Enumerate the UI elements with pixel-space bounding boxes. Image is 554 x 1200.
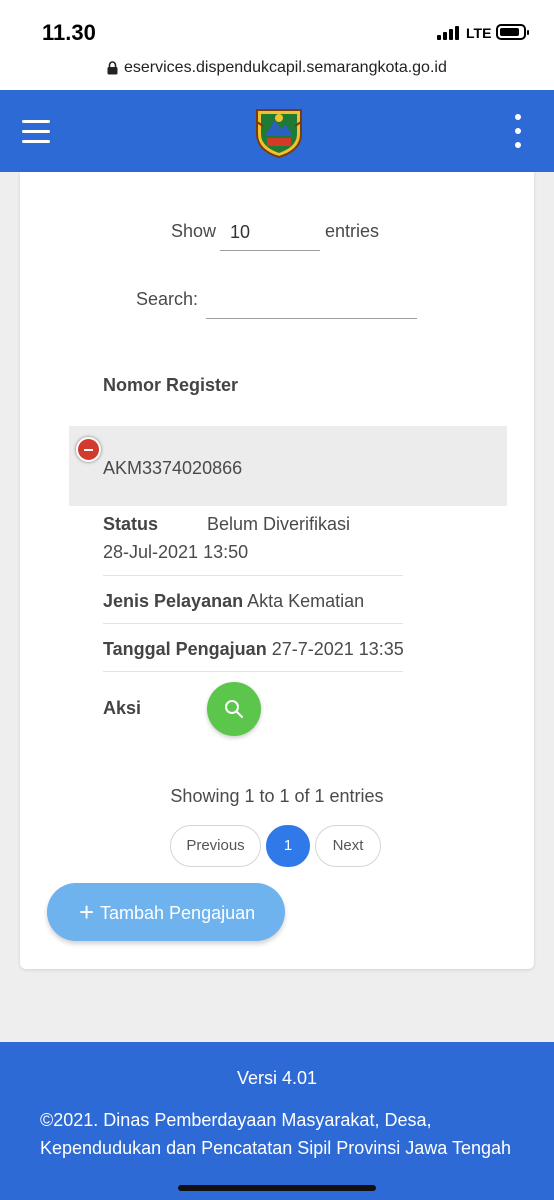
minus-icon[interactable] [76,437,101,462]
main-card: Show entries Search: Nomor Register AKM3… [20,172,534,969]
logo [256,109,302,158]
signal-icon [437,26,459,40]
tanggal-pengajuan-label: Tanggal Pengajuan [103,639,267,659]
show-label: Show [171,221,217,241]
tanggal-pengajuan-row: Tanggal Pengajuan 27-7-2021 13:35 [103,639,404,660]
page-1-button[interactable]: 1 [266,825,310,867]
url-text[interactable]: eservices.dispendukcapil.semarangkota.go… [124,59,447,77]
copyright-text: ©2021. Dinas Pemberdayaan Masyarakat, De… [40,1106,511,1162]
next-button[interactable]: Next [315,825,381,867]
search-icon [225,700,243,718]
kebab-icon[interactable] [510,114,526,148]
view-detail-button[interactable] [207,682,261,736]
add-pengajuan-button[interactable]: + Tambah Pengajuan [47,883,285,941]
jenis-pelayanan-label: Jenis Pelayanan [103,591,244,611]
status-bar: 11.30 LTE [0,0,554,56]
home-indicator[interactable] [178,1185,376,1191]
address-bar[interactable]: eservices.dispendukcapil.semarangkota.go… [0,56,554,90]
column-header-nomor-register: Nomor Register [103,375,239,395]
hamburger-icon[interactable] [22,118,50,144]
search-input[interactable] [206,285,417,319]
divider [103,575,403,576]
footer: Versi 4.01 ©2021. Dinas Pemberdayaan Mas… [0,1042,554,1200]
nomor-register-value: AKM3374020866 [103,458,243,478]
plus-icon: + [79,897,95,927]
divider [103,671,403,672]
aksi-label: Aksi [103,698,142,718]
status-date: 28-Jul-2021 13:50 [103,542,249,562]
pagination-info: Showing 1 to 1 of 1 entries [170,786,384,806]
tanggal-pengajuan-value: 27-7-2021 13:35 [271,639,404,659]
status-time: 11.30 [42,20,96,45]
entries-select[interactable] [220,215,320,251]
copyright-line-1: ©2021. Dinas Pemberdayaan Masyarakat, De… [40,1110,432,1130]
version-label: Versi 4.01 [236,1068,318,1088]
divider [103,623,403,624]
app-header [0,90,554,172]
jenis-pelayanan-row: Jenis Pelayanan Akta Kematian [103,591,364,612]
status-label: Status [103,514,159,534]
add-pengajuan-label: Tambah Pengajuan [100,903,256,923]
entries-label: entries [325,221,380,241]
previous-button[interactable]: Previous [170,825,261,867]
status-badge: Belum Diverifikasi [207,514,351,534]
jenis-pelayanan-value: Akta Kematian [247,591,365,611]
lock-icon [107,61,118,75]
search-label: Search: [136,289,199,309]
network-label: LTE [466,25,492,41]
copyright-line-2: Kependudukan dan Pencatatan Sipil Provin… [40,1138,512,1158]
battery-icon [496,24,529,40]
